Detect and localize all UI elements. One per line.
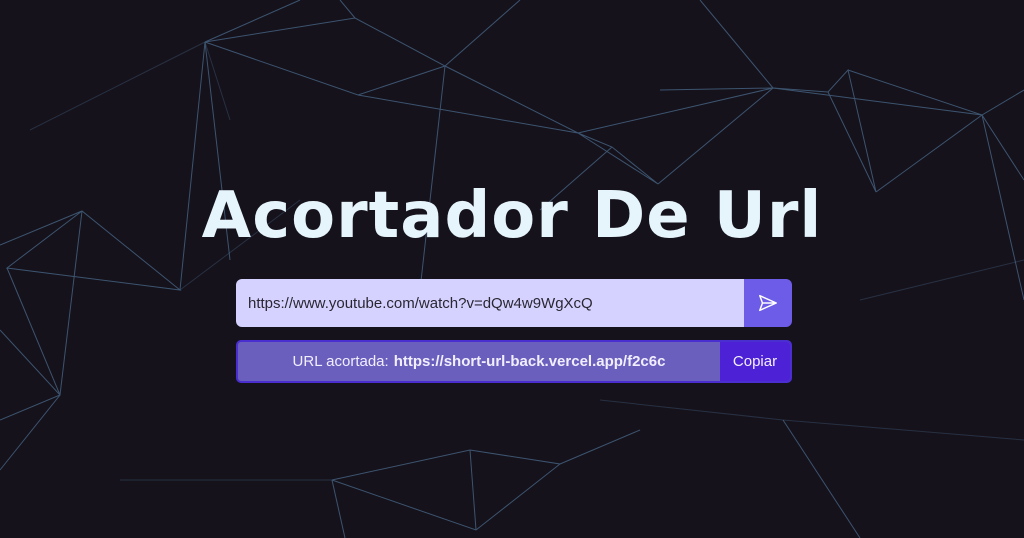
short-url-value: https://short-url-back.vercel.app/f2c6c xyxy=(393,353,666,370)
network-background xyxy=(0,0,1024,538)
shortened-url-result: URL acortada: https://short-url-back.ver… xyxy=(236,340,792,383)
send-button[interactable] xyxy=(744,279,792,327)
page: Acortador De Url URL acortada: https://s… xyxy=(0,0,1024,538)
shorten-form xyxy=(236,279,792,327)
copy-button[interactable]: Copiar xyxy=(720,342,790,381)
page-title: Acortador De Url xyxy=(201,179,823,253)
result-label: URL acortada: xyxy=(292,353,389,370)
paper-plane-icon xyxy=(759,294,777,312)
result-text: URL acortada: https://short-url-back.ver… xyxy=(238,342,720,381)
url-input[interactable] xyxy=(236,279,744,327)
